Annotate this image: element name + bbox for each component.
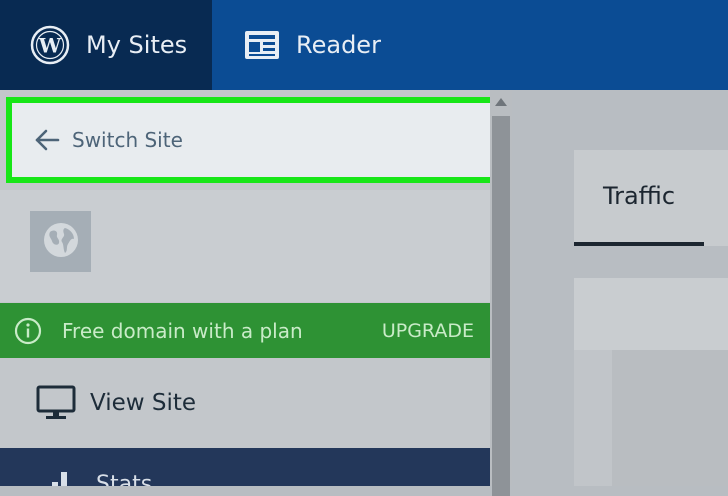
info-icon: [14, 317, 42, 345]
switch-site-label: Switch Site: [72, 128, 183, 152]
monitor-icon: [36, 384, 76, 422]
stats-chart-card: [574, 278, 728, 486]
sidebar-item-stats[interactable]: Stats: [0, 448, 490, 486]
site-icon: [30, 211, 91, 272]
arrow-left-icon: [34, 129, 60, 151]
my-sites-button[interactable]: W My Sites: [0, 0, 212, 90]
sidebar-item-view-site[interactable]: View Site: [0, 358, 490, 448]
current-site-card[interactable]: [0, 190, 490, 302]
reader-button[interactable]: Reader: [212, 0, 412, 90]
globe-icon: [41, 220, 81, 264]
free-domain-banner[interactable]: Free domain with a plan UPGRADE: [0, 303, 490, 358]
reader-label: Reader: [296, 31, 381, 59]
stats-label: Stats: [96, 472, 153, 486]
free-domain-text: Free domain with a plan: [62, 318, 303, 343]
svg-text:W: W: [38, 34, 62, 58]
my-sites-label: My Sites: [86, 31, 188, 59]
main-content: Traffic: [512, 90, 728, 486]
wordpress-logo-icon: W: [30, 25, 70, 65]
bar-chart-icon: [50, 472, 78, 486]
scroll-thumb[interactable]: [492, 116, 510, 496]
switch-site-row: Switch Site: [0, 90, 490, 183]
sidebar: Switch Site Free domain with a plan UPGR…: [0, 90, 490, 486]
reader-icon: [244, 30, 280, 60]
upgrade-link[interactable]: UPGRADE: [382, 320, 474, 342]
switch-site-button[interactable]: Switch Site: [6, 97, 490, 183]
stats-tabs: Traffic: [574, 150, 728, 246]
view-site-label: View Site: [90, 390, 197, 416]
chart-panel: [612, 350, 728, 486]
sidebar-scrollbar[interactable]: [490, 90, 512, 496]
chart-area: [574, 350, 728, 486]
masterbar: W My Sites Reader: [0, 0, 728, 90]
tab-traffic[interactable]: Traffic: [574, 150, 704, 246]
scroll-up-arrow-icon[interactable]: [495, 98, 507, 106]
